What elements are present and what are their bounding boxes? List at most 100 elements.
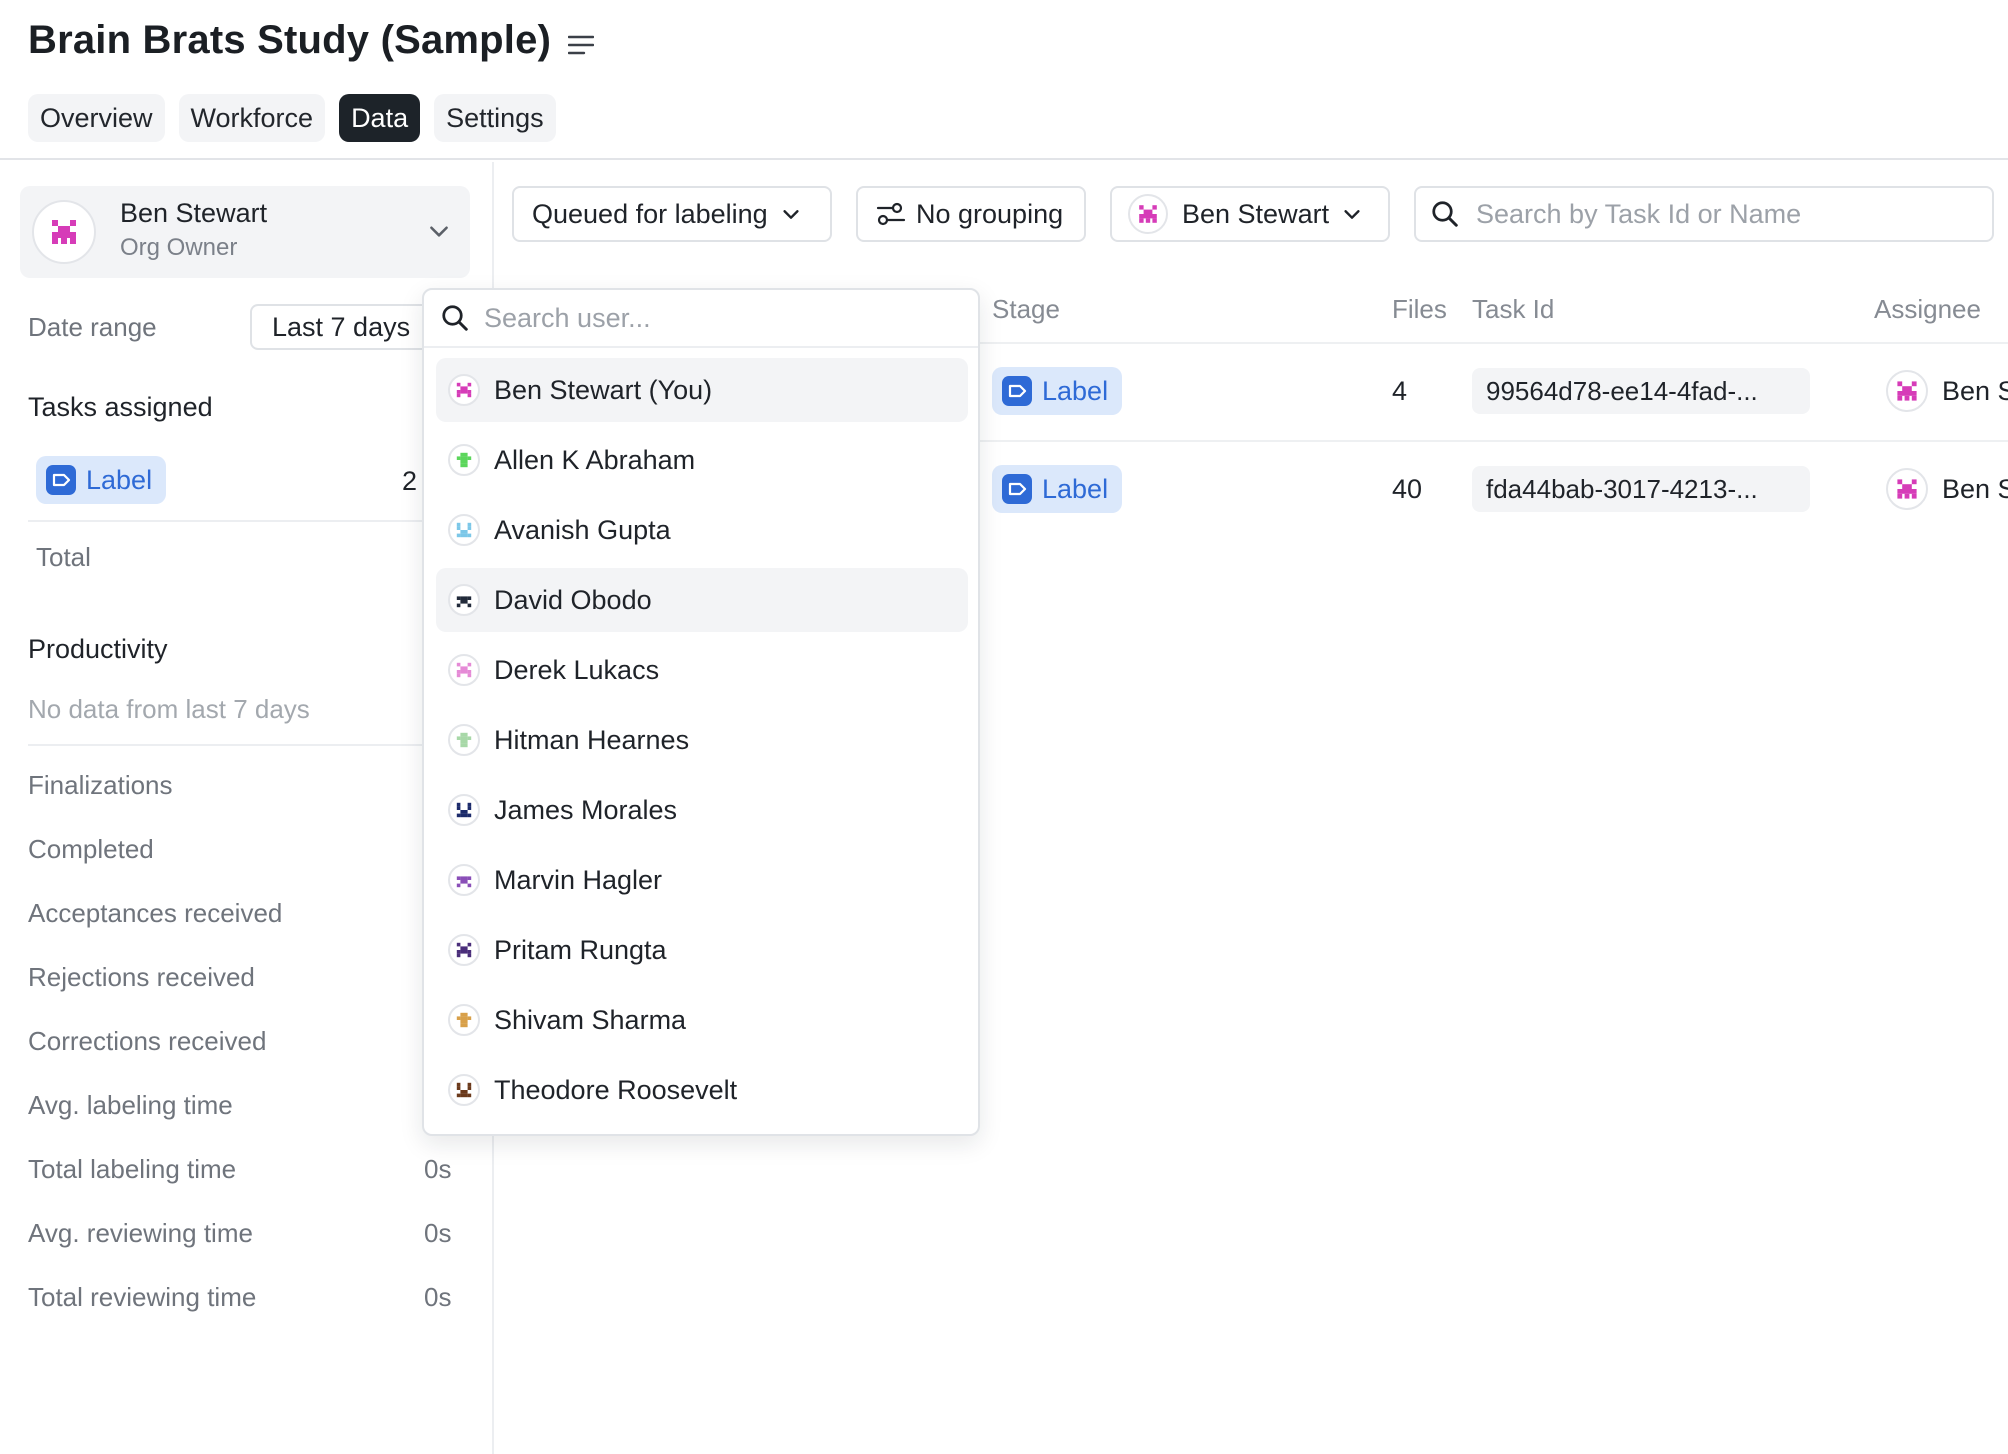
task-search-input[interactable] xyxy=(1476,198,1976,230)
tasks-assigned-title: Tasks assigned xyxy=(28,392,213,422)
page-title: Brain Brats Study (Sample) xyxy=(28,18,552,62)
chevron-down-icon xyxy=(783,210,799,219)
tab-bar: Overview Workforce Data Settings xyxy=(28,94,556,142)
assignee-filter-label: Ben Stewart xyxy=(1182,198,1330,229)
user-option-name: Pritam Rungta xyxy=(494,934,667,965)
user-option[interactable]: David Obodo xyxy=(436,568,968,632)
avatar xyxy=(448,444,480,476)
user-option[interactable]: Ben Stewart (You) xyxy=(436,358,968,422)
pixel-avatar-icon xyxy=(1897,381,1917,401)
user-option[interactable]: James Morales xyxy=(436,778,968,842)
metric-rejections: Rejections received xyxy=(28,962,255,992)
avatar xyxy=(448,584,480,616)
column-header-task-id[interactable]: Task Id xyxy=(1472,294,1554,325)
row-assignee: Ben S xyxy=(1886,468,2008,510)
user-option[interactable]: Allen K Abraham xyxy=(436,428,968,492)
pixel-avatar-icon xyxy=(1897,479,1917,499)
tab-data[interactable]: Data xyxy=(339,94,421,142)
divider xyxy=(28,744,458,746)
pixel-avatar-icon xyxy=(456,802,472,818)
user-dropdown-menu: Ben Stewart (You) Allen K Abraham Avanish … xyxy=(422,288,980,1136)
user-option[interactable]: Theodore Roosevelt xyxy=(436,1058,968,1122)
user-option-name: Hitman Hearnes xyxy=(494,724,690,755)
column-header-stage[interactable]: Stage xyxy=(992,294,1060,325)
status-filter-dropdown[interactable]: Queued for labeling xyxy=(512,186,832,242)
user-option-name: Avanish Gupta xyxy=(494,514,671,545)
avatar xyxy=(1886,370,1928,412)
user-option[interactable]: Avanish Gupta xyxy=(436,498,968,562)
tasks-count: 2 xyxy=(402,466,418,496)
label-tag-icon xyxy=(46,465,76,495)
task-id[interactable]: fda44bab-3017-4213-... xyxy=(1472,466,1810,512)
date-range-label: Date range xyxy=(28,312,157,342)
metric-acceptances: Acceptances received xyxy=(28,898,283,928)
column-header-files[interactable]: Files xyxy=(1392,294,1447,325)
task-id[interactable]: 99564d78-ee14-4fad-... xyxy=(1472,368,1810,414)
user-selector[interactable]: Ben Stewart Org Owner xyxy=(20,186,470,278)
stage-chip-label: Label xyxy=(36,456,167,504)
user-option[interactable]: Marvin Hagler xyxy=(436,848,968,912)
user-option-name: Derek Lukacs xyxy=(494,654,660,685)
page-header: Brain Brats Study (Sample) Overview Work… xyxy=(0,0,2008,160)
stage-chip-text: Label xyxy=(1042,473,1109,504)
avatar xyxy=(448,1004,480,1036)
pixel-avatar-icon xyxy=(1139,205,1157,223)
avatar xyxy=(448,514,480,546)
pixel-avatar-icon xyxy=(456,876,472,888)
avatar xyxy=(1128,194,1168,234)
user-option-name: Marvin Hagler xyxy=(494,864,663,895)
pixel-avatar-icon xyxy=(456,382,472,398)
metric-total-reviewing: Total reviewing time xyxy=(28,1282,257,1312)
menu-lines-icon[interactable] xyxy=(568,34,594,56)
avatar xyxy=(32,200,96,264)
stage-chip-label: Label xyxy=(992,465,1123,513)
user-option-name: Ben Stewart (You) xyxy=(494,374,713,405)
user-option[interactable]: Pritam Rungta xyxy=(436,918,968,982)
avatar xyxy=(448,864,480,896)
user-option-name: David Obodo xyxy=(494,584,652,615)
avatar xyxy=(448,1074,480,1106)
column-header-assignee[interactable]: Assignee xyxy=(1874,294,1981,325)
metric-avg-labeling: Avg. labeling time xyxy=(28,1090,233,1120)
metric-completed: Completed xyxy=(28,834,154,864)
metric-total-labeling: Total labeling time xyxy=(28,1154,237,1184)
chevron-down-icon xyxy=(1344,210,1360,219)
tab-settings[interactable]: Settings xyxy=(434,94,556,142)
metric-finalizations: Finalizations xyxy=(28,770,173,800)
user-option[interactable]: Derek Lukacs xyxy=(436,638,968,702)
stage-chip-label: Label xyxy=(992,367,1123,415)
assignee-name: Ben S xyxy=(1942,473,2008,504)
chevron-down-icon xyxy=(430,226,448,237)
user-search-box[interactable] xyxy=(424,290,978,348)
user-option-name: Theodore Roosevelt xyxy=(494,1074,738,1105)
stats-sidebar: Ben Stewart Org Owner Date range Last 7 … xyxy=(0,162,494,1454)
tab-overview[interactable]: Overview xyxy=(28,94,165,142)
pixel-avatar-icon xyxy=(456,522,472,538)
avatar xyxy=(448,794,480,826)
user-option-name: Allen K Abraham xyxy=(494,444,696,475)
pixel-avatar-icon xyxy=(456,1012,472,1028)
task-search-box[interactable] xyxy=(1414,186,1994,242)
search-icon xyxy=(1432,201,1458,227)
assignee-filter-dropdown[interactable]: Ben Stewart xyxy=(1110,186,1390,242)
pixel-avatar-icon xyxy=(456,1082,472,1098)
user-option[interactable]: Shivam Sharma xyxy=(436,988,968,1052)
pixel-avatar-icon xyxy=(52,220,76,244)
user-search-input[interactable] xyxy=(484,302,944,334)
avatar xyxy=(448,724,480,756)
user-role: Org Owner xyxy=(120,234,238,261)
grouping-button[interactable]: No grouping xyxy=(856,186,1086,242)
avatar xyxy=(448,374,480,406)
pixel-avatar-icon xyxy=(456,732,472,748)
row-assignee: Ben S xyxy=(1886,370,2008,412)
metric-avg-reviewing: Avg. reviewing time xyxy=(28,1218,253,1248)
tab-workforce[interactable]: Workforce xyxy=(178,94,326,142)
metric-corrections: Corrections received xyxy=(28,1026,267,1056)
avatar xyxy=(448,654,480,686)
user-option[interactable]: Hitman Hearnes xyxy=(436,708,968,772)
avatar xyxy=(448,934,480,966)
user-name: Ben Stewart xyxy=(120,198,268,228)
avatar xyxy=(1886,468,1928,510)
total-label: Total xyxy=(36,542,91,572)
date-range-button[interactable]: Last 7 days xyxy=(250,304,440,350)
